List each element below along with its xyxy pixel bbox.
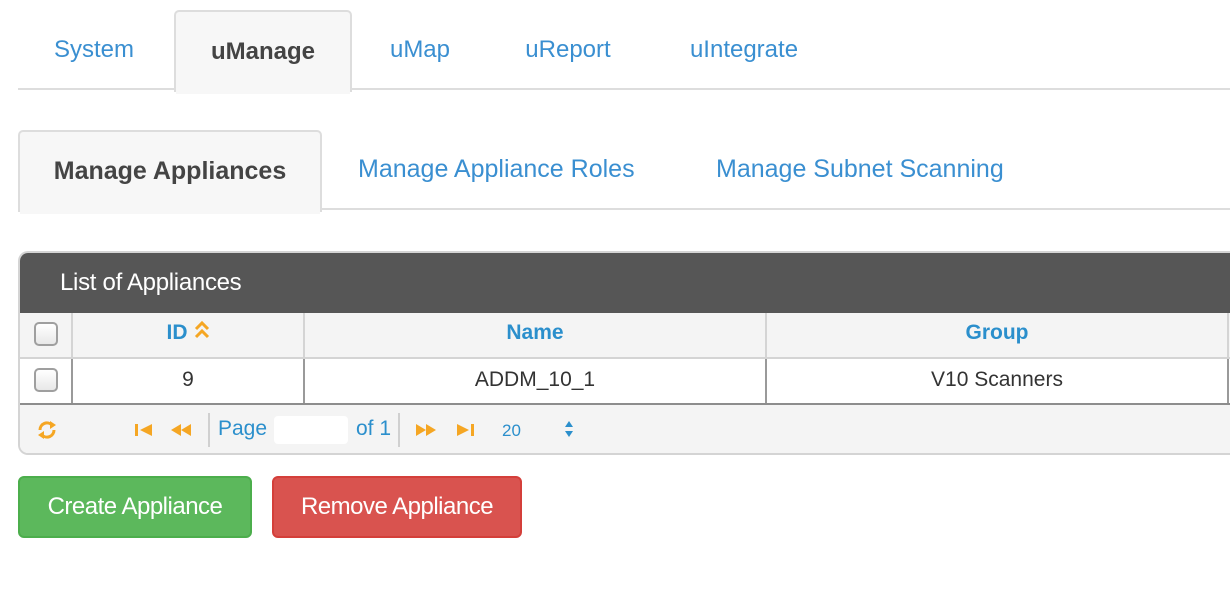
grid-caption: List of Appliances: [20, 253, 1230, 313]
last-page-icon[interactable]: [456, 423, 476, 437]
remove-appliance-button[interactable]: Remove Appliance: [272, 476, 522, 538]
prev-page-icon[interactable]: [170, 423, 194, 437]
grid-pager: Page of 1 20: [20, 405, 1230, 453]
column-header-id-label: ID: [166, 321, 188, 344]
row-select-cell: [20, 359, 73, 403]
sub-tab-bar: Manage Appliances Manage Appliance Roles…: [18, 130, 1230, 214]
tab-uintegrate[interactable]: uIntegrate: [664, 10, 824, 90]
row-checkbox[interactable]: [34, 368, 58, 392]
table-row[interactable]: 9 ADDM_10_1 V10 Scanners: [20, 359, 1230, 405]
top-tab-bar: System uManage uMap uReport uIntegrate: [18, 10, 1230, 94]
first-page-icon[interactable]: [134, 423, 154, 437]
column-header-id[interactable]: ID: [73, 313, 305, 357]
select-arrows-icon[interactable]: [564, 419, 574, 439]
appliances-grid: List of Appliances ID Name Group 9 ADDM_…: [18, 251, 1230, 455]
cell-group: V10 Scanners: [767, 359, 1229, 403]
grid-header-row: ID Name Group: [20, 313, 1230, 359]
sort-ascending-icon: [194, 316, 210, 339]
tab-manage-subnet-scanning[interactable]: Manage Subnet Scanning: [716, 130, 1004, 210]
column-header-name[interactable]: Name: [305, 313, 767, 357]
page-count-label: of 1: [356, 417, 392, 440]
select-all-checkbox[interactable]: [34, 322, 58, 346]
create-appliance-button[interactable]: Create Appliance: [18, 476, 252, 538]
tab-ureport[interactable]: uReport: [502, 10, 634, 90]
tab-umanage[interactable]: uManage: [174, 10, 352, 94]
page-size-select[interactable]: 20: [502, 421, 521, 441]
tab-system[interactable]: System: [18, 10, 170, 90]
header-select-cell: [20, 313, 73, 357]
column-header-group[interactable]: Group: [767, 313, 1229, 357]
refresh-icon[interactable]: [36, 419, 58, 441]
tab-manage-appliance-roles[interactable]: Manage Appliance Roles: [358, 130, 635, 210]
tab-manage-appliances[interactable]: Manage Appliances: [18, 130, 322, 214]
next-page-icon[interactable]: [414, 423, 438, 437]
cell-name: ADDM_10_1: [305, 359, 767, 403]
pager-separator: [208, 413, 210, 447]
pager-separator: [398, 413, 400, 447]
page-label: Page: [218, 417, 268, 440]
cell-id: 9: [73, 359, 305, 403]
page-number-input[interactable]: [274, 416, 348, 444]
tab-umap[interactable]: uMap: [368, 10, 472, 90]
